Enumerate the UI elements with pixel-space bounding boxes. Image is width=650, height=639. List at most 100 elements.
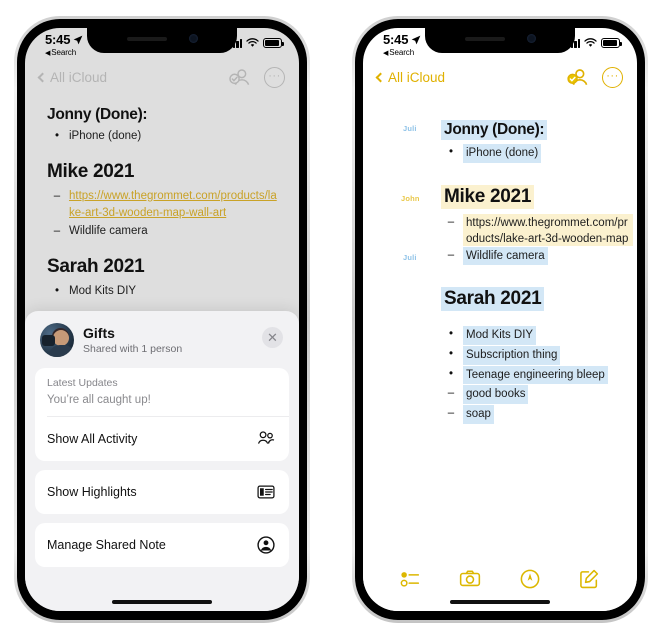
nav-bar-left: All iCloud ··· (25, 62, 299, 92)
two-people-icon (256, 429, 276, 449)
manage-shared-note-label: Manage Shared Note (47, 538, 166, 552)
avatar-camera (42, 335, 55, 346)
bullet-marker: • (448, 348, 454, 361)
sheet-subtitle: Shared with 1 person (83, 343, 183, 356)
list-item: • Mod Kits DIY (447, 326, 633, 346)
earpiece-speaker (126, 36, 167, 41)
nav-bar-right: All iCloud ··· (363, 62, 637, 92)
latest-updates-section: Latest Updates You’re all caught up! (35, 368, 289, 416)
note-heading-sarah: Sarah 2021 (47, 255, 145, 277)
share-options-sheet: Gifts Shared with 1 person ✕ Latest Upda… (25, 311, 299, 611)
nav-actions-left: ··· (228, 66, 285, 88)
list-item: – https://www.thegrommet.com/products/la… (447, 213, 633, 246)
notch (425, 28, 575, 53)
wifi-icon (246, 38, 259, 47)
list-item-text: Teenage engineering bleep (463, 365, 608, 385)
contact-photo-avatar (40, 323, 74, 357)
list-item-text: good books (463, 385, 529, 405)
dash-marker: – (53, 225, 61, 238)
location-arrow-icon (411, 35, 421, 44)
close-icon[interactable]: ✕ (262, 327, 283, 348)
checklist-icon[interactable] (400, 568, 422, 590)
note-heading-jonny: Jonny (Done): (441, 120, 548, 140)
back-to-all-icloud-button[interactable]: All iCloud (37, 70, 107, 85)
manage-shared-note-card: Manage Shared Note (35, 523, 289, 567)
front-camera-icon (188, 34, 198, 43)
show-all-activity-label: Show All Activity (47, 432, 138, 446)
avatar-face (52, 330, 69, 347)
list-item-text: Subscription thing (463, 346, 561, 365)
status-back-label: Search (51, 48, 77, 57)
two-phone-comparison: 5:45 ◀ Search All iCloud ··· Jonny (Done… (0, 0, 650, 639)
status-back-to-app[interactable]: ◀ Search (383, 49, 414, 57)
bullet-marker: • (448, 367, 454, 380)
list-item: • iPhone (done) (447, 144, 633, 163)
wifi-icon (584, 38, 597, 47)
phone-left-screen: 5:45 ◀ Search All iCloud ··· Jonny (Done… (25, 28, 299, 611)
dash-marker: – (53, 189, 61, 202)
list-item: • Subscription thing (447, 346, 633, 365)
latest-updates-value: You’re all caught up! (47, 394, 151, 406)
author-tag-juli-2: Juli (403, 253, 417, 263)
note-list-mike: – https://www.thegrommet.com/products/la… (447, 213, 633, 266)
sheet-header: Gifts Shared with 1 person ✕ (35, 311, 289, 368)
note-section-mike: John Mike 2021 – https://www.thegrommet.… (363, 184, 637, 266)
chevron-left-icon (37, 72, 48, 82)
note-link-grommet[interactable]: https://www.thegrommet.com/products/lake… (69, 188, 281, 223)
show-highlights-label: Show Highlights (47, 485, 137, 499)
bullet-marker: • (54, 284, 60, 297)
show-highlights-row[interactable]: Show Highlights (35, 470, 289, 514)
chevron-left-icon (375, 72, 386, 82)
more-ellipsis-icon[interactable]: ··· (264, 66, 285, 88)
dash-marker: – (447, 248, 455, 261)
note-section-jonny: Juli Jonny (Done): • iPhone (done) (363, 120, 637, 163)
list-item: – soap (447, 405, 633, 424)
note-section-sarah: Sarah 2021 • Mod Kits DIY • Subscription… (363, 287, 637, 424)
back-to-all-icloud-button[interactable]: All iCloud (375, 70, 445, 85)
list-item: – Wildlife camera (53, 223, 281, 240)
note-heading-jonny: Jonny (Done): (47, 106, 148, 123)
list-item: – https://www.thegrommet.com/products/la… (53, 188, 281, 223)
list-item: • Mod Kits DIY (53, 283, 281, 300)
collaboration-person-icon[interactable] (228, 67, 252, 87)
list-item: • Teenage engineering bleep (447, 365, 633, 385)
list-item-text: Mod Kits DIY (69, 284, 137, 297)
note-heading-sarah: Sarah 2021 (441, 287, 545, 312)
status-back-to-app[interactable]: ◀ Search (45, 49, 76, 57)
status-left-group: 5:45 ◀ Search (383, 33, 421, 57)
note-heading-mike: Mike 2021 (47, 160, 135, 182)
phone-left: 5:45 ◀ Search All iCloud ··· Jonny (Done… (14, 16, 310, 623)
collaboration-person-icon[interactable] (566, 67, 590, 87)
author-tag-juli: Juli (403, 124, 417, 133)
status-time: 5:45 (383, 32, 409, 47)
bullet-marker: • (448, 328, 454, 341)
status-back-label: Search (389, 48, 415, 57)
sheet-title: Gifts (83, 324, 115, 341)
list-item: – good books (447, 385, 633, 405)
sheet-title-group: Gifts Shared with 1 person (83, 325, 182, 355)
note-heading-mike: Mike 2021 (441, 184, 535, 209)
status-time-row: 5:45 (45, 33, 83, 46)
dash-marker: – (447, 387, 455, 400)
note-list-sarah: • Mod Kits DIY (53, 283, 281, 300)
list-item-text: iPhone (done) (463, 144, 542, 163)
list-item-text: iPhone (done) (69, 130, 142, 142)
front-camera-icon (526, 34, 536, 43)
more-ellipsis-icon[interactable]: ··· (602, 66, 623, 88)
dash-marker: – (447, 407, 455, 420)
note-list-jonny: • iPhone (done) (53, 128, 281, 145)
location-arrow-icon (73, 35, 83, 44)
manage-shared-note-row[interactable]: Manage Shared Note (35, 523, 289, 567)
notch (87, 28, 237, 53)
latest-updates-label: Latest Updates (47, 377, 118, 389)
avatar-body (48, 345, 74, 357)
status-time: 5:45 (45, 32, 71, 47)
status-right-group (567, 38, 623, 48)
camera-icon[interactable] (459, 568, 481, 590)
bullet-marker: • (448, 146, 454, 158)
markup-pen-icon[interactable] (519, 568, 541, 590)
show-all-activity-row[interactable]: Show All Activity (35, 417, 289, 461)
list-item-text: soap (463, 405, 494, 424)
note-link-grommet[interactable]: https://www.thegrommet.com/products/lake… (463, 213, 633, 246)
compose-icon[interactable] (578, 568, 600, 590)
